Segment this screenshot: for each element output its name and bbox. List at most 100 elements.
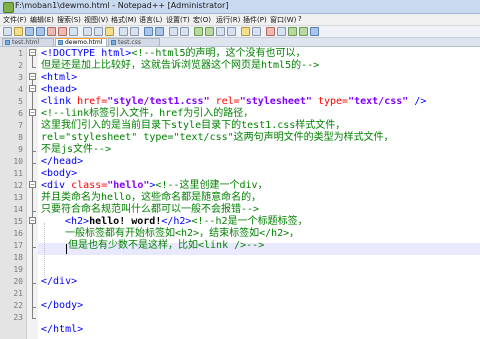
- line-number: 19: [13, 265, 23, 274]
- line-number: 3: [18, 73, 23, 82]
- find-icon[interactable]: [144, 27, 153, 36]
- fold-toggle-icon[interactable]: −: [29, 73, 36, 80]
- code-editor[interactable]: − − − − − − 1 2 3 4 5 6 7 8 9 10 11 12 1…: [0, 47, 480, 339]
- fold-toggle-icon[interactable]: −: [29, 85, 36, 92]
- line-number: 17: [13, 241, 23, 250]
- folder-workspace-icon[interactable]: [241, 27, 250, 36]
- fold-end-marker: [32, 247, 36, 248]
- close-icon[interactable]: [47, 27, 56, 36]
- tab-test-html[interactable]: test.html: [2, 38, 54, 46]
- line-number: 14: [13, 205, 23, 214]
- zoom-in-icon[interactable]: [169, 27, 178, 36]
- line-number: 15: [13, 217, 23, 226]
- code-token: />: [408, 96, 427, 107]
- code-line: <h2>hello! word!</h2><!--h2是一个标题标签，: [65, 216, 308, 228]
- code-line: rel="stylesheet" type="text/css"这两句声明文件的…: [41, 132, 394, 144]
- file-icon: [58, 40, 63, 45]
- copy-icon[interactable]: [94, 27, 103, 36]
- menu-file[interactable]: 文件(F): [3, 15, 27, 25]
- code-line: <link href="style/test1.css" rel="styles…: [41, 96, 426, 108]
- code-token: <head>: [41, 84, 78, 95]
- menu-plugins[interactable]: 插件(P): [243, 15, 267, 25]
- code-line: 但是也有少数不是这样，比如<link />-->: [68, 240, 264, 252]
- line-number: 8: [18, 133, 23, 142]
- code-token: 只要符合命名规范叫什么都可以一般不会报错-->: [41, 204, 260, 215]
- file-icon: [5, 40, 10, 45]
- menu-run[interactable]: 运行(R): [216, 15, 240, 25]
- replace-icon[interactable]: [155, 27, 164, 36]
- redo-icon[interactable]: [130, 27, 139, 36]
- fold-end-marker: [32, 163, 36, 164]
- line-number: 6: [18, 109, 23, 118]
- menu-bar: 文件(F) 编辑(E) 搜索(S) 视图(V) 格式(M) 语言(L) 设置(T…: [0, 14, 480, 26]
- code-token: 但是还是加上比较好，这就告诉浏览器这个网页是html5的-->: [41, 60, 320, 71]
- title-bar: F:\moban1\dewmo.html - Notepad++ [Admini…: [0, 0, 480, 14]
- fold-toggle-icon[interactable]: −: [29, 217, 36, 224]
- sync-scroll-icon[interactable]: [194, 27, 203, 36]
- code-line: 只要符合命名规范叫什么都可以一般不会报错-->: [41, 204, 259, 216]
- fold-end-marker: [32, 318, 36, 319]
- line-number: 7: [18, 121, 23, 130]
- menu-edit[interactable]: 编辑(E): [30, 15, 54, 25]
- code-line: <!DOCTYPE html><!--html5的声明，这个没有也可以，: [41, 48, 306, 60]
- code-line: </div>: [41, 276, 77, 288]
- code-token: "style/test1.css": [107, 96, 210, 107]
- menu-language[interactable]: 语言(L): [139, 15, 162, 25]
- line-number: 5: [18, 97, 23, 106]
- close-all-icon[interactable]: [58, 27, 67, 36]
- save-macro-icon[interactable]: [310, 27, 319, 36]
- window-title: F:\moban1\dewmo.html - Notepad++ [Admini…: [15, 1, 229, 10]
- show-all-chars-icon[interactable]: [216, 27, 225, 36]
- code-line: </body>: [41, 300, 83, 312]
- new-file-icon[interactable]: [3, 27, 12, 36]
- code-line: </html>: [41, 324, 83, 336]
- fold-toggle-icon[interactable]: −: [29, 109, 36, 116]
- code-token: <body>: [41, 168, 78, 179]
- code-token: </head>: [41, 156, 84, 167]
- menu-window[interactable]: 窗口(W): [270, 15, 296, 25]
- file-icon: [111, 40, 116, 45]
- menu-format[interactable]: 格式(M): [111, 15, 137, 25]
- code-token: type=: [311, 96, 349, 107]
- menu-help[interactable]: ?: [298, 15, 302, 23]
- tab-dewmo-html[interactable]: dewmo.html: [55, 38, 107, 46]
- menu-macro[interactable]: 宏(O): [193, 15, 211, 25]
- word-wrap-icon[interactable]: [205, 27, 214, 36]
- stop-macro-icon[interactable]: [277, 27, 286, 36]
- record-macro-icon[interactable]: [266, 27, 275, 36]
- document-map-icon[interactable]: [252, 27, 261, 36]
- code-token: <!--这里创建一个div，: [155, 180, 268, 191]
- save-all-icon[interactable]: [36, 27, 45, 36]
- code-token: <div: [41, 180, 72, 191]
- play-macro-icon[interactable]: [288, 27, 297, 36]
- line-number: 13: [13, 193, 23, 202]
- notepadpp-app-icon: [3, 2, 14, 13]
- line-number: 21: [13, 289, 23, 298]
- code-token: rel="stylesheet" type="text/css"这两句声明文件的…: [41, 132, 394, 143]
- undo-icon[interactable]: [119, 27, 128, 36]
- tab-test-css[interactable]: test.css: [108, 38, 160, 46]
- cut-icon[interactable]: [83, 27, 92, 36]
- line-number: 16: [13, 229, 23, 238]
- line-number: 23: [13, 313, 23, 322]
- run-macro-multiple-icon[interactable]: [299, 27, 308, 36]
- fold-toggle-icon[interactable]: −: [29, 181, 36, 188]
- print-icon[interactable]: [69, 27, 78, 36]
- indent-guide-icon[interactable]: [227, 27, 236, 36]
- fold-toggle-icon[interactable]: −: [29, 49, 36, 56]
- menu-settings[interactable]: 设置(T): [166, 15, 190, 25]
- line-number: 22: [13, 301, 23, 310]
- code-token: href=: [77, 96, 108, 107]
- paste-icon[interactable]: [105, 27, 114, 36]
- line-number: 20: [13, 277, 23, 286]
- save-icon[interactable]: [25, 27, 34, 36]
- code-token: class=: [71, 180, 108, 191]
- menu-search[interactable]: 搜索(S): [57, 15, 81, 25]
- code-token: <link: [41, 96, 78, 107]
- code-line: <!--link标签引入文件，href为引入的路径，: [41, 108, 253, 120]
- fold-end-marker: [32, 211, 36, 212]
- code-token: <!DOCTYPE html>: [41, 48, 132, 59]
- menu-view[interactable]: 视图(V): [84, 15, 108, 25]
- open-file-icon[interactable]: [14, 27, 23, 36]
- zoom-out-icon[interactable]: [180, 27, 189, 36]
